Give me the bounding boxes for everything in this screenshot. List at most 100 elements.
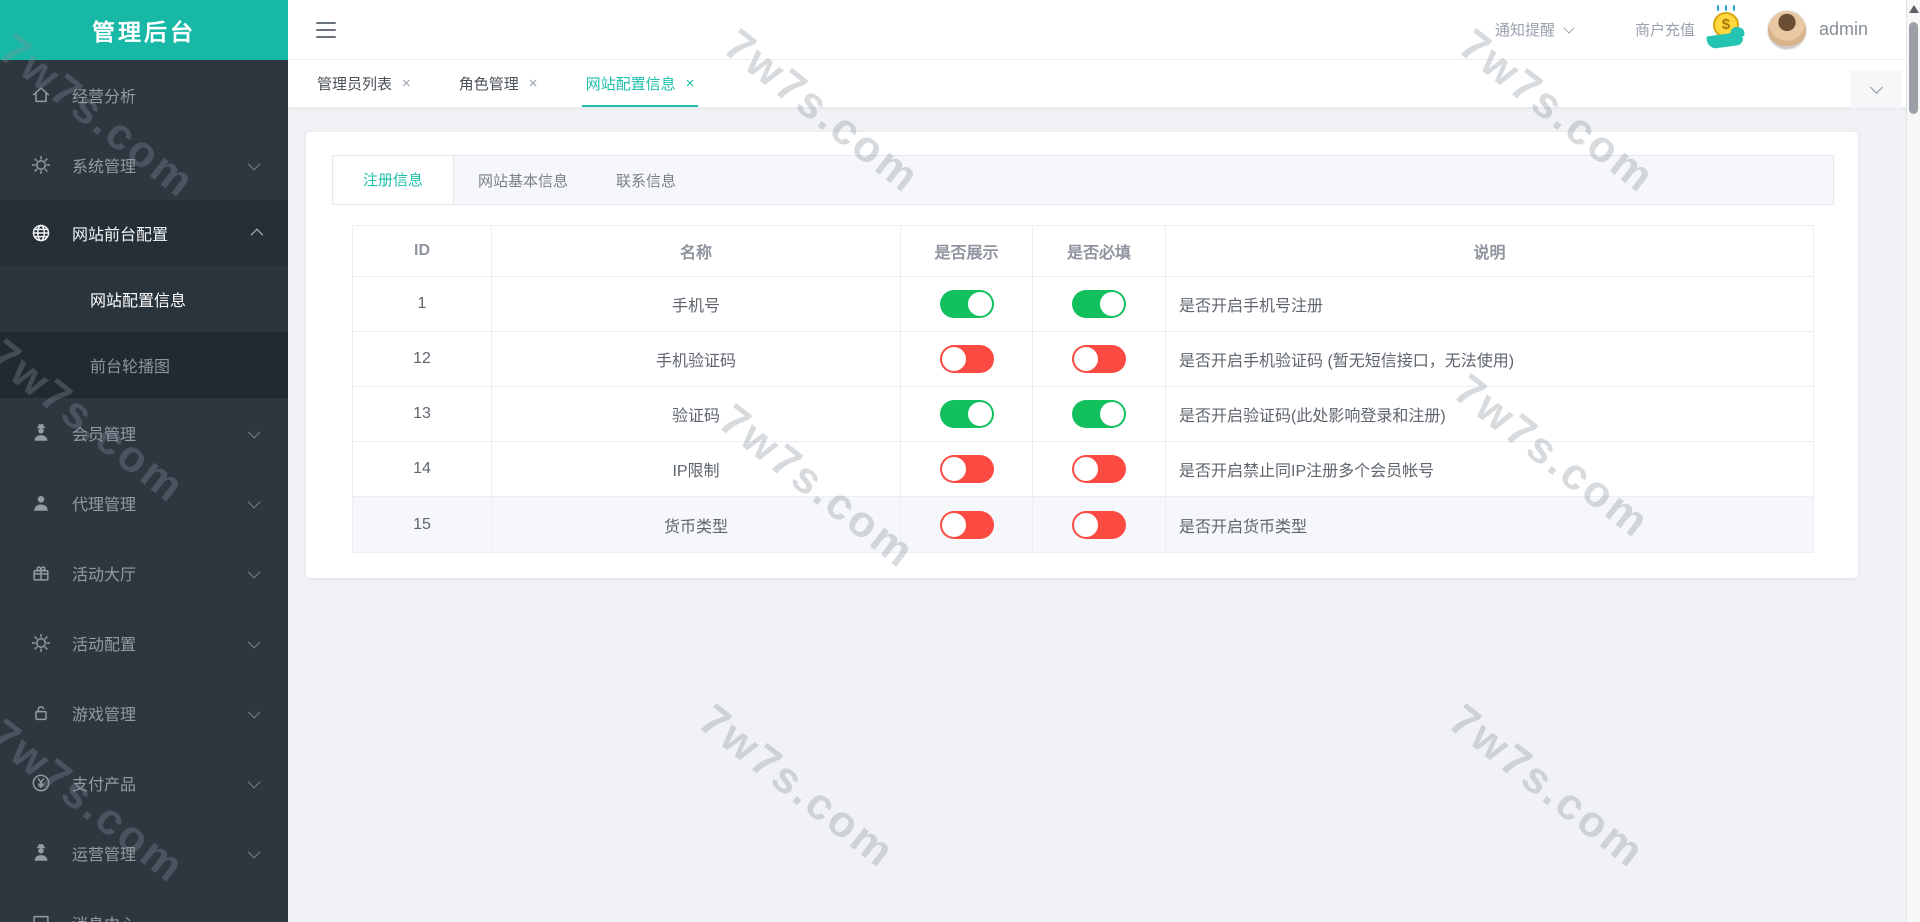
required-toggle[interactable] — [1072, 400, 1126, 428]
cell-note: 是否开启禁止同IP注册多个会员帐号 — [1179, 463, 1435, 480]
sidebar-item-9[interactable]: 活动配置 — [0, 608, 288, 678]
chevron-down-icon — [247, 425, 261, 438]
sidebar-item-label: 活动配置 — [72, 637, 137, 654]
sidebar-item-label: 系统管理 — [72, 159, 137, 176]
cell-name: 验证码 — [492, 387, 901, 441]
cell-note: 是否开启手机号注册 — [1179, 298, 1324, 315]
content-tabs: 注册信息 网站基本信息 联系信息 — [332, 155, 1834, 205]
close-icon[interactable]: × — [529, 75, 538, 92]
scrollbar-thumb[interactable] — [1909, 22, 1918, 114]
gift-icon — [30, 562, 52, 584]
show-toggle[interactable] — [939, 400, 994, 428]
sidebar-menu: 经营分析系统管理网站前台配置网站配置信息 前台轮播图会员管理代理管理活动大厅活动配… — [0, 60, 288, 922]
cell-name: 手机号 — [492, 277, 901, 331]
cell-show — [901, 277, 1033, 331]
cell-name: IP限制 — [492, 442, 901, 496]
top-header: 通知提醒 商户充值 $ admin — [288, 0, 1920, 60]
show-toggle[interactable] — [939, 290, 994, 318]
table-row: 15 货币类型 是否开启货币类型 — [353, 497, 1813, 552]
table-header-cell: 是否展示 — [901, 226, 1033, 276]
sidebar-item-label: 网站配置信息 — [90, 293, 187, 310]
sidebar-item-3[interactable]: 网站前台配置 — [0, 200, 288, 266]
table-header-row: ID 名称 是否展示 是否必填 说明 — [353, 226, 1813, 277]
sidebar-item-4[interactable]: 网站配置信息 — [0, 266, 288, 332]
avatar[interactable] — [1766, 9, 1807, 50]
cell-name: 手机验证码 — [492, 332, 901, 386]
message-icon — [30, 912, 52, 922]
notice-dropdown[interactable]: 通知提醒 — [1495, 19, 1575, 40]
sidebar-item-label: 消息中心 — [72, 911, 136, 922]
required-toggle[interactable] — [1072, 510, 1126, 539]
cell-id: 15 — [353, 497, 492, 552]
chevron-down-icon — [247, 845, 261, 858]
table-header-cell: 名称 — [492, 226, 901, 276]
sidebar-item-label: 经营分析 — [72, 89, 137, 106]
sidebar-item-label: 前台轮播图 — [90, 359, 171, 376]
sidebar-item-label: 游戏管理 — [72, 707, 137, 724]
sidebar-item-13[interactable]: 消息中心 — [0, 888, 288, 922]
close-icon[interactable]: × — [402, 75, 411, 92]
yen-icon — [30, 772, 52, 794]
required-toggle[interactable] — [1072, 290, 1126, 318]
sidebar-item-7[interactable]: 代理管理 — [0, 468, 288, 538]
show-toggle[interactable] — [939, 510, 994, 539]
watermark-text: 7w7s.com — [1439, 695, 1655, 878]
table-row: 1 手机号 是否开启手机号注册 — [353, 277, 1813, 332]
content-tab-2[interactable]: 网站基本信息 — [454, 156, 592, 204]
show-toggle[interactable] — [939, 345, 994, 373]
cell-id: 12 — [353, 332, 492, 386]
username-label[interactable]: admin — [1819, 19, 1868, 40]
cell-show — [901, 332, 1033, 386]
sidebar-item-10[interactable]: 游戏管理 — [0, 678, 288, 748]
content-tab-label: 联系信息 — [616, 172, 677, 190]
content-tab-3[interactable]: 联系信息 — [592, 156, 700, 204]
coin-hand-icon[interactable]: $ — [1703, 4, 1749, 52]
page-tab-label: 角色管理 — [458, 76, 519, 93]
table-row: 12 手机验证码 是否开启手机验证码 (暂无短信接口，无法使用) — [353, 332, 1813, 387]
sidebar: 管理后台 经营分析 系统管理 网站前台配置 网站配置信息 前台轮播图 会员管理 代理管理 活动… — [0, 0, 288, 922]
merchant-recharge-link[interactable]: 商户充值 — [1635, 19, 1695, 40]
cell-required — [1033, 277, 1166, 331]
scroll-up-arrow-icon[interactable] — [1909, 5, 1919, 13]
page-tab-1[interactable]: 管理员列表 × — [307, 60, 421, 107]
page-tabstrip: 管理员列表 × 角色管理 × 网站配置信息 × — [288, 60, 1920, 108]
sidebar-item-label: 会员管理 — [72, 427, 137, 444]
operator-icon — [30, 842, 52, 864]
sidebar-item-8[interactable]: 活动大厅 — [0, 538, 288, 608]
chevron-down-icon — [247, 565, 261, 578]
sidebar-item-12[interactable]: 运营管理 — [0, 818, 288, 888]
tabstrip-more-button[interactable] — [1850, 70, 1902, 108]
table-header-cell: ID — [353, 226, 492, 276]
hand-icon — [1706, 31, 1744, 49]
hamburger-menu-icon[interactable] — [316, 21, 336, 38]
switch-knob — [1100, 402, 1124, 426]
cell-id: 13 — [353, 387, 492, 441]
sidebar-item-1[interactable]: 经营分析 — [0, 60, 288, 130]
content-card: 注册信息 网站基本信息 联系信息 ID 名称 是否展示 是否必填 说明 1 手机号 是否开启手机号… — [306, 132, 1858, 578]
chevron-down-icon — [247, 157, 261, 170]
sidebar-item-2[interactable]: 系统管理 — [0, 130, 288, 200]
sidebar-item-5[interactable]: 前台轮播图 — [0, 332, 288, 398]
content-tab-1[interactable]: 注册信息 — [333, 156, 455, 204]
cell-required — [1033, 387, 1166, 441]
settings-icon — [30, 632, 52, 654]
required-toggle[interactable] — [1072, 455, 1126, 483]
page-tab-3[interactable]: 网站配置信息 × — [576, 60, 705, 107]
cell-show — [901, 387, 1033, 441]
page-tab-2[interactable]: 角色管理 × — [449, 60, 548, 107]
page-tab-label: 管理员列表 — [317, 76, 393, 93]
chevron-up-icon — [250, 228, 264, 241]
table-header-cell: 说明 — [1473, 245, 1506, 262]
show-toggle[interactable] — [939, 455, 994, 483]
sidebar-item-6[interactable]: 会员管理 — [0, 398, 288, 468]
cell-name: 货币类型 — [492, 497, 901, 552]
sidebar-item-11[interactable]: 支付产品 — [0, 748, 288, 818]
close-icon[interactable]: × — [686, 75, 695, 92]
cell-show — [901, 442, 1033, 496]
required-toggle[interactable] — [1072, 345, 1126, 373]
sidebar-item-label: 活动大厅 — [72, 567, 137, 584]
switch-knob — [967, 402, 992, 426]
vertical-scrollbar[interactable] — [1906, 0, 1920, 922]
cell-required — [1033, 332, 1166, 386]
content-tab-label: 注册信息 — [363, 172, 424, 189]
